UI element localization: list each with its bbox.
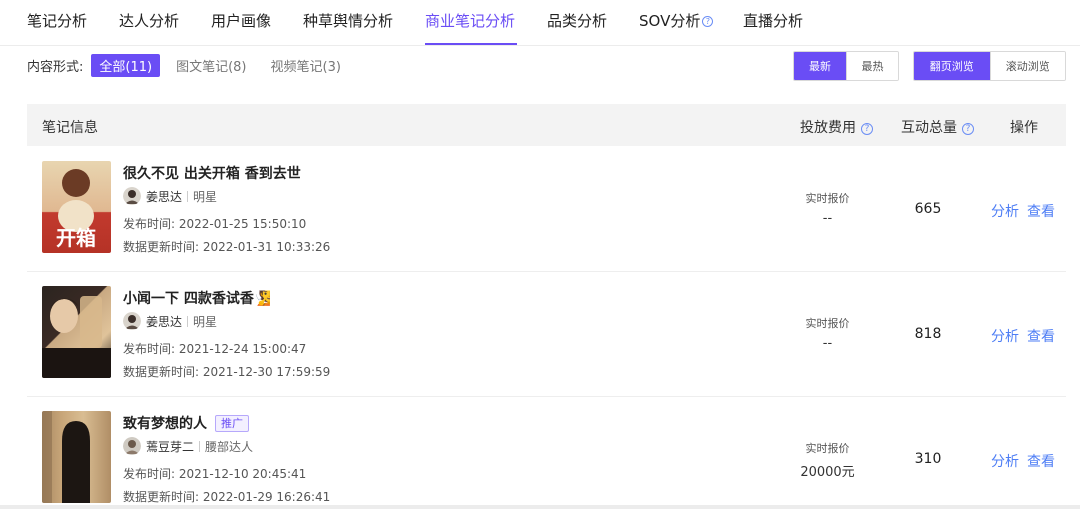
divider — [187, 315, 189, 327]
horizontal-scrollbar[interactable] — [0, 505, 1080, 509]
divider — [187, 190, 189, 202]
note-author: 姜思达 明星 — [123, 187, 217, 205]
paged-view-button[interactable]: 翻页浏览 — [914, 52, 990, 80]
price-value: -- — [822, 336, 833, 351]
header-actions: 操作 — [1010, 120, 1038, 136]
tab-user-profile[interactable]: 用户画像 — [211, 10, 271, 31]
content-type-filter: 内容形式: 全部(11) 图文笔记(8) 视频笔记(3) — [27, 53, 365, 77]
header-note-info: 笔记信息 — [42, 120, 98, 136]
view-link[interactable]: 查看 — [1027, 326, 1055, 346]
row-actions: 分析 查看 — [991, 451, 1055, 471]
price-label: 实时报价 — [805, 317, 850, 330]
header-interactions-label: 互动总量 — [901, 120, 957, 136]
price-value: 20000元 — [800, 465, 855, 480]
price-label: 实时报价 — [805, 442, 850, 455]
publish-time: 发布时间: 2021-12-24 15:00:47 — [123, 342, 307, 356]
note-title[interactable]: 致有梦想的人 推广 — [123, 413, 249, 433]
cost-cell: 实时报价 20000元 — [785, 440, 870, 480]
note-thumbnail[interactable]: 开箱 — [42, 161, 111, 253]
note-author: 蔫豆芽二 腰部达人 — [123, 437, 253, 455]
note-thumbnail[interactable] — [42, 286, 111, 378]
view-link[interactable]: 查看 — [1027, 201, 1055, 221]
divider — [199, 440, 201, 452]
author-name[interactable]: 姜思达 — [146, 188, 182, 205]
cost-cell: 实时报价 -- — [785, 190, 870, 226]
table-row: 致有梦想的人 推广 蔫豆芽二 腰部达人 发布时间: 2021-12-10 20:… — [27, 396, 1066, 509]
update-time: 数据更新时间: 2022-01-29 16:26:41 — [123, 490, 331, 504]
filter-option-all[interactable]: 全部(11) — [91, 53, 161, 77]
tab-sentiment-analysis[interactable]: 种草舆情分析 — [303, 10, 393, 31]
interaction-count: 818 — [914, 326, 942, 342]
update-time: 数据更新时间: 2022-01-31 10:33:26 — [123, 240, 331, 254]
help-icon[interactable]: ? — [861, 123, 873, 135]
note-title-text: 致有梦想的人 — [123, 416, 207, 432]
help-icon[interactable]: ? — [962, 123, 974, 135]
top-tab-bar: 笔记分析 达人分析 用户画像 种草舆情分析 商业笔记分析 品类分析 SOV分析?… — [0, 0, 1080, 46]
header-interactions: 互动总量? — [901, 117, 974, 137]
header-cost: 投放费用? — [800, 117, 873, 137]
avatar — [123, 187, 141, 205]
help-icon[interactable]: ? — [702, 16, 714, 27]
view-mode-toggle: 翻页浏览 滚动浏览 — [913, 51, 1066, 81]
tab-commercial-note-analysis[interactable]: 商业笔记分析 — [425, 10, 515, 31]
author-tag: 明星 — [193, 189, 218, 204]
row-actions: 分析 查看 — [991, 201, 1055, 221]
price-value: -- — [822, 211, 833, 226]
tab-category-analysis[interactable]: 品类分析 — [547, 10, 607, 31]
tab-influencer-analysis[interactable]: 达人分析 — [119, 10, 179, 31]
thumbnail-image — [42, 411, 90, 503]
note-title[interactable]: 很久不见 出关开箱 香到去世 — [123, 163, 301, 183]
author-tag: 明星 — [193, 314, 218, 329]
header-cost-label: 投放费用 — [800, 120, 856, 136]
table-row: 小闻一下 四款香试香🧏 姜思达 明星 发布时间: 2021-12-24 15:0… — [27, 271, 1066, 397]
table-header: 笔记信息 投放费用? 互动总量? 操作 — [27, 104, 1066, 146]
view-link[interactable]: 查看 — [1027, 451, 1055, 471]
cost-cell: 实时报价 -- — [785, 315, 870, 351]
analyze-link[interactable]: 分析 — [991, 451, 1019, 471]
update-time: 数据更新时间: 2021-12-30 17:59:59 — [123, 365, 331, 379]
note-title-text: 小闻一下 四款香试香🧏 — [123, 291, 272, 307]
sort-latest-button[interactable]: 最新 — [794, 52, 846, 80]
interaction-count: 665 — [914, 201, 942, 217]
note-author: 姜思达 明星 — [123, 312, 217, 330]
thumbnail-image: 开箱 — [56, 169, 96, 250]
promotion-badge: 推广 — [215, 414, 249, 432]
publish-time: 发布时间: 2021-12-10 20:45:41 — [123, 467, 307, 481]
author-name[interactable]: 蔫豆芽二 — [146, 438, 194, 455]
analyze-link[interactable]: 分析 — [991, 326, 1019, 346]
thumbnail-caption: 开箱 — [56, 226, 96, 250]
filter-option-image-notes[interactable]: 图文笔记(8) — [176, 56, 246, 75]
sort-hottest-button[interactable]: 最热 — [846, 52, 898, 80]
thumbnail-image — [42, 296, 111, 378]
interaction-count: 310 — [914, 451, 942, 467]
table-row: 开箱 很久不见 出关开箱 香到去世 姜思达 明星 发布时间: 2022-01-2… — [27, 146, 1066, 272]
publish-time: 发布时间: 2022-01-25 15:50:10 — [123, 217, 307, 231]
note-title[interactable]: 小闻一下 四款香试香🧏 — [123, 288, 271, 308]
author-tag: 腰部达人 — [205, 439, 254, 454]
tab-sov-label: SOV分析 — [639, 12, 701, 30]
filter-label: 内容形式: — [27, 59, 84, 75]
price-label: 实时报价 — [805, 192, 850, 205]
tab-live-analysis[interactable]: 直播分析 — [743, 10, 803, 31]
row-actions: 分析 查看 — [991, 326, 1055, 346]
analyze-link[interactable]: 分析 — [991, 201, 1019, 221]
tab-sov-analysis[interactable]: SOV分析? — [639, 10, 714, 31]
tab-note-analysis[interactable]: 笔记分析 — [27, 10, 87, 31]
active-tab-indicator — [425, 43, 517, 45]
avatar — [123, 312, 141, 330]
avatar — [123, 437, 141, 455]
sort-toggle: 最新 最热 — [793, 51, 899, 81]
scroll-view-button[interactable]: 滚动浏览 — [989, 52, 1065, 80]
note-title-text: 很久不见 出关开箱 香到去世 — [123, 166, 301, 182]
filter-option-video-notes[interactable]: 视频笔记(3) — [271, 56, 341, 75]
note-thumbnail[interactable] — [42, 411, 111, 503]
author-name[interactable]: 姜思达 — [146, 313, 182, 330]
